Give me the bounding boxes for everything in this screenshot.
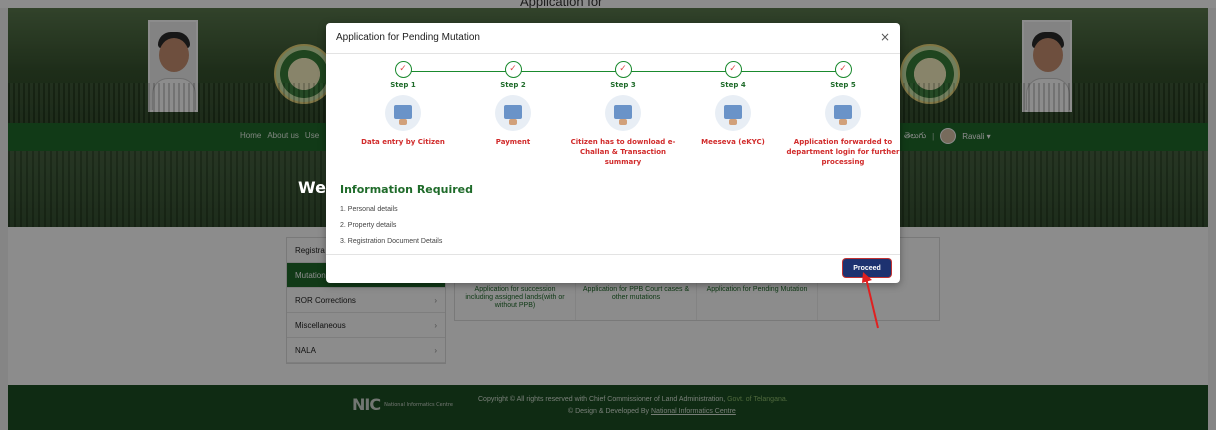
info-item: 3. Registration Document Details	[340, 238, 443, 245]
welcome-title: Welc	[298, 178, 341, 197]
download-challan-icon	[605, 95, 641, 131]
annotation-arrow-icon	[862, 272, 879, 329]
info-required-title: Information Required	[340, 183, 473, 196]
payment-icon	[495, 95, 531, 131]
modal-divider	[326, 53, 900, 54]
modal-footer-divider	[326, 254, 900, 255]
step-5: ✓ Step 5 Application forwarded to depart…	[778, 61, 908, 167]
check-icon: ✓	[504, 61, 522, 78]
check-icon: ✓	[614, 61, 632, 78]
close-icon[interactable]: ×	[880, 30, 890, 44]
info-item: 1. Personal details	[340, 206, 398, 213]
pending-mutation-modal: Application for Pending Mutation × ✓ Ste…	[326, 23, 900, 283]
check-icon: ✓	[834, 61, 852, 78]
meeseva-ekyc-icon	[715, 95, 751, 131]
forward-application-icon	[825, 95, 861, 131]
check-icon: ✓	[394, 61, 412, 78]
modal-title: Application for Pending Mutation	[336, 32, 480, 43]
data-entry-icon	[385, 95, 421, 131]
info-required-list: 1. Personal details 2. Property details …	[340, 202, 442, 250]
info-item: 2. Property details	[340, 222, 397, 229]
check-icon: ✓	[724, 61, 742, 78]
